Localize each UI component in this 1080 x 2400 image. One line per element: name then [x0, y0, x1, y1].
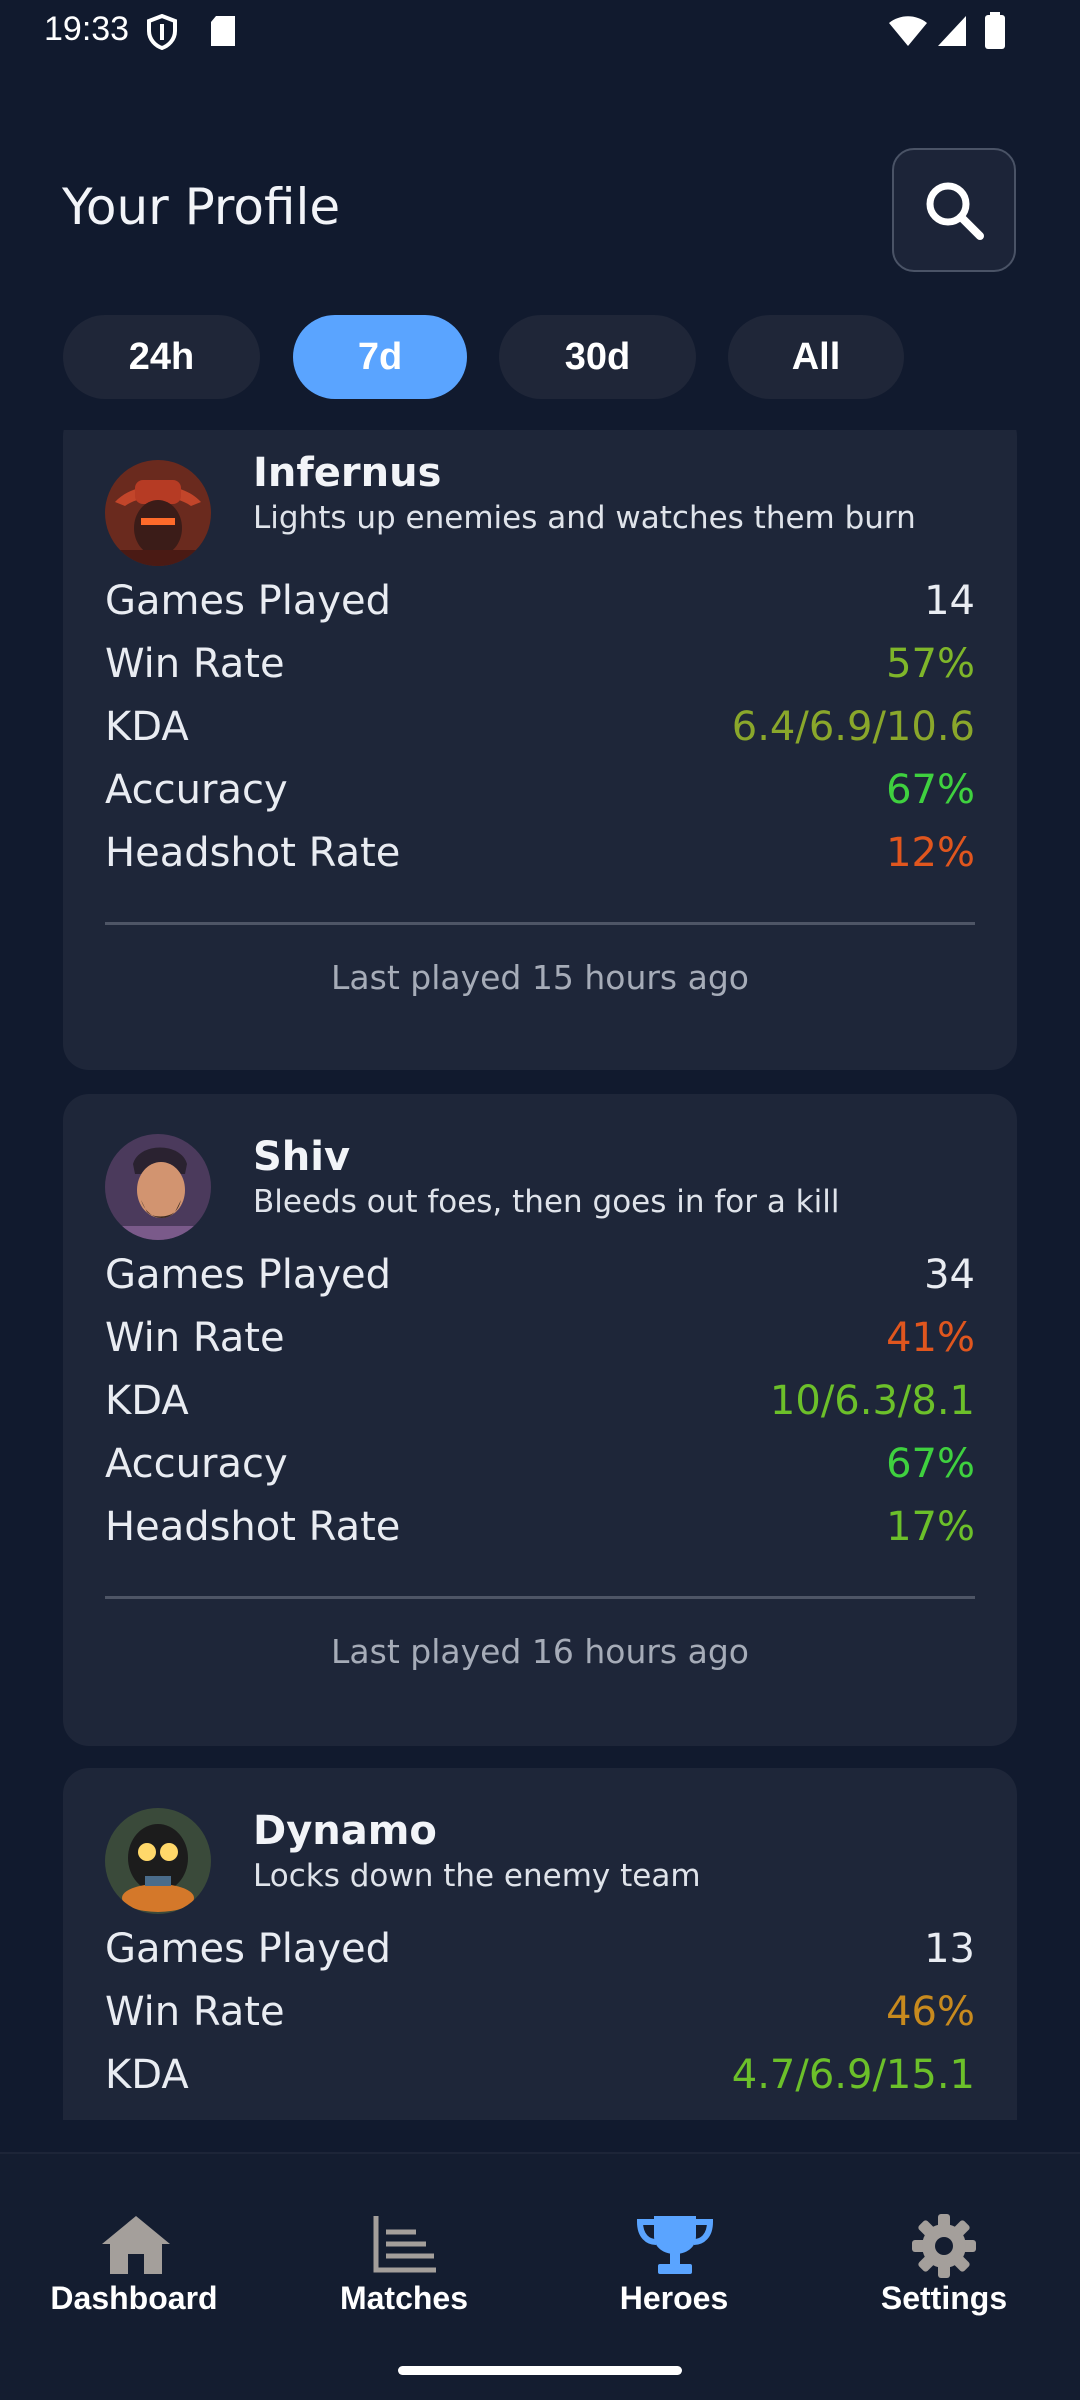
stat-value: 46%: [886, 1989, 975, 2035]
stat-row-win-rate: Win Rate 57%: [105, 641, 975, 697]
stat-value: 12%: [886, 830, 975, 876]
stat-value: 67%: [886, 1441, 975, 1487]
stat-row-accuracy: Accuracy 67%: [105, 1441, 975, 1497]
stat-value: 17%: [886, 1504, 975, 1550]
stat-label: KDA: [105, 1378, 189, 1424]
nav-item-settings[interactable]: Settings: [824, 2214, 1064, 2334]
stat-value: 13: [924, 1926, 975, 1972]
filter-chip-label: 30d: [564, 335, 631, 378]
chart-icon: [373, 2216, 436, 2273]
nav-label: Matches: [339, 2280, 469, 2316]
hero-description: Lights up enemies and watches them burn: [253, 500, 916, 536]
stat-value: 34: [924, 1252, 975, 1298]
page-title: Your Profile: [62, 178, 341, 236]
status-bar: 19:33: [0, 0, 1080, 64]
stat-label: Accuracy: [105, 767, 288, 813]
battery-icon: [985, 12, 1005, 49]
filter-chip-7d[interactable]: 7d: [293, 315, 467, 399]
nav-label: Settings: [880, 2280, 1008, 2316]
stat-value: 10/6.3/8.1: [769, 1378, 975, 1424]
stat-label: KDA: [105, 2052, 189, 2098]
hero-card-dynamo[interactable]: Dynamo Locks down the enemy team Games P…: [63, 1768, 1017, 2120]
stat-row-headshot-rate: Headshot Rate 12%: [105, 830, 975, 886]
time-filter-chips: 24h 7d 30d All: [0, 315, 1080, 399]
nav-label: Heroes: [619, 2280, 729, 2316]
stat-row-kda: KDA 10/6.3/8.1: [105, 1378, 975, 1434]
nav-label: Dashboard: [50, 2280, 218, 2316]
wifi-icon: [889, 16, 927, 46]
stat-row-games-played: Games Played 34: [105, 1252, 975, 1308]
bottom-nav: Dashboard Matches Heroes Settings: [0, 2152, 1080, 2400]
stat-value: 4.7/6.9/15.1: [731, 2052, 975, 2098]
stat-row-kda: KDA 6.4/6.9/10.6: [105, 704, 975, 760]
hero-avatar: [105, 1808, 211, 1914]
hero-card-shiv[interactable]: Shiv Bleeds out foes, then goes in for a…: [63, 1094, 1017, 1746]
gear-icon: [912, 2214, 976, 2278]
stat-row-win-rate: Win Rate 46%: [105, 1989, 975, 2045]
stat-row-accuracy: Accuracy 67%: [105, 767, 975, 823]
stat-label: Games Played: [105, 1252, 392, 1298]
stat-label: Headshot Rate: [105, 830, 401, 876]
shield-icon: [147, 14, 177, 50]
stat-label: Win Rate: [105, 1989, 285, 2035]
sd-card-icon: [211, 16, 235, 46]
stat-value: 67%: [886, 767, 975, 813]
hero-avatar: [105, 460, 211, 566]
home-indicator[interactable]: [398, 2366, 682, 2375]
stat-label: Win Rate: [105, 641, 285, 687]
stat-label: Headshot Rate: [105, 1504, 401, 1550]
stat-row-kda: KDA 4.7/6.9/15.1: [105, 2052, 975, 2108]
home-icon: [102, 2216, 170, 2274]
stat-row-games-played: Games Played 13: [105, 1926, 975, 1982]
stat-label: Win Rate: [105, 1315, 285, 1361]
stat-value: 6.4/6.9/10.6: [731, 704, 975, 750]
stat-row-win-rate: Win Rate 41%: [105, 1315, 975, 1371]
stat-label: Games Played: [105, 578, 392, 624]
hero-card-infernus[interactable]: Infernus Lights up enemies and watches t…: [63, 430, 1017, 1070]
nav-item-matches[interactable]: Matches: [284, 2214, 524, 2334]
search-icon: [926, 182, 984, 240]
hero-list[interactable]: Infernus Lights up enemies and watches t…: [0, 430, 1080, 2120]
hero-name: Shiv: [253, 1134, 351, 1180]
filter-chip-30d[interactable]: 30d: [499, 315, 696, 399]
last-played-text: Last played 15 hours ago: [331, 958, 749, 997]
filter-chip-label: All: [791, 335, 841, 378]
hero-description: Bleeds out foes, then goes in for a kill: [253, 1184, 840, 1220]
hero-name: Infernus: [253, 450, 442, 496]
stat-row-games-played: Games Played 14: [105, 578, 975, 634]
nav-item-heroes[interactable]: Heroes: [554, 2214, 794, 2334]
search-button[interactable]: [892, 148, 1016, 272]
status-time: 19:33: [44, 10, 130, 48]
divider: [105, 1596, 975, 1599]
stat-label: Accuracy: [105, 1441, 288, 1487]
stat-value: 41%: [886, 1315, 975, 1361]
last-played-text: Last played 16 hours ago: [331, 1632, 749, 1671]
filter-chip-label: 24h: [128, 335, 195, 378]
trophy-icon: [636, 2216, 714, 2274]
hero-name: Dynamo: [253, 1808, 437, 1854]
filter-chip-label: 7d: [357, 335, 403, 378]
stat-value: 57%: [886, 641, 975, 687]
filter-chip-24h[interactable]: 24h: [63, 315, 260, 399]
stat-value: 14: [924, 578, 975, 624]
stat-label: KDA: [105, 704, 189, 750]
hero-description: Locks down the enemy team: [253, 1858, 701, 1894]
hero-avatar: [105, 1134, 211, 1240]
nav-item-dashboard[interactable]: Dashboard: [14, 2214, 254, 2334]
filter-chip-all[interactable]: All: [728, 315, 904, 399]
signal-icon: [938, 16, 966, 46]
divider: [105, 922, 975, 925]
stat-label: Games Played: [105, 1926, 392, 1972]
stat-row-headshot-rate: Headshot Rate 17%: [105, 1504, 975, 1560]
